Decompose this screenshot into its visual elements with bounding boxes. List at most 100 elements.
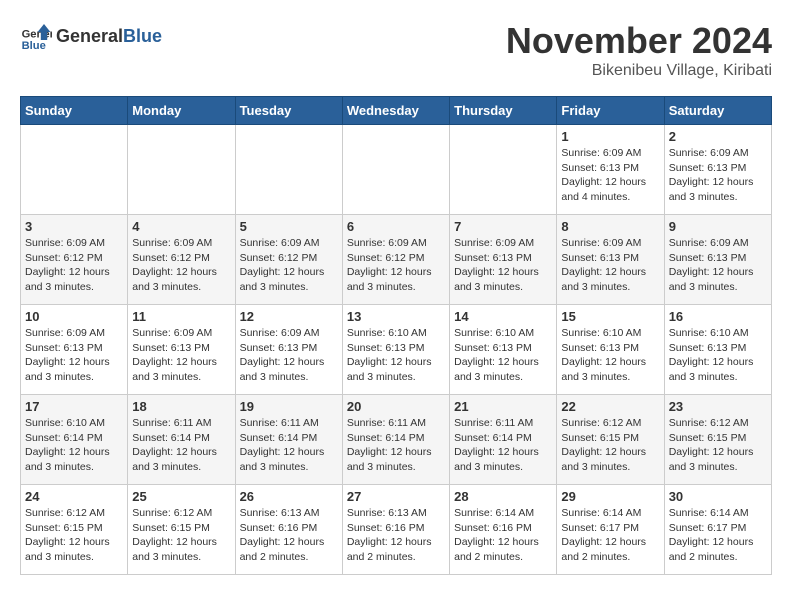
calendar-cell: 13Sunrise: 6:10 AMSunset: 6:13 PMDayligh… [342,305,449,395]
calendar-cell: 2 Sunrise: 6:09 AMSunset: 6:13 PMDaylight… [664,125,771,215]
calendar-cell: 5 Sunrise: 6:09 AMSunset: 6:12 PMDaylight… [235,215,342,305]
day-info: Sunrise: 6:10 AMSunset: 6:13 PMDaylight:… [669,326,767,385]
weekday-header-thursday: Thursday [450,97,557,125]
calendar-week-row: 1 Sunrise: 6:09 AMSunset: 6:13 PMDaylight… [21,125,772,215]
day-info: Sunrise: 6:10 AMSunset: 6:13 PMDaylight:… [454,326,552,385]
calendar-week-row: 17Sunrise: 6:10 AMSunset: 6:14 PMDayligh… [21,395,772,485]
day-number: 10 [25,309,123,324]
weekday-header-friday: Friday [557,97,664,125]
calendar-cell: 8 Sunrise: 6:09 AMSunset: 6:13 PMDaylight… [557,215,664,305]
day-number: 21 [454,399,552,414]
calendar-cell: 14 Sunrise: 6:10 AMSunset: 6:13 PMDayligh… [450,305,557,395]
calendar-cell: 12 Sunrise: 6:09 AMSunset: 6:13 PMDayligh… [235,305,342,395]
day-number: 11 [132,309,230,324]
day-number: 5 [240,219,338,234]
day-number: 29 [561,489,659,504]
calendar-cell: 26Sunrise: 6:13 AMSunset: 6:16 PMDayligh… [235,485,342,575]
day-info: Sunrise: 6:13 AMSunset: 6:16 PMDaylight:… [347,506,445,565]
calendar-cell: 24Sunrise: 6:12 AMSunset: 6:15 PMDayligh… [21,485,128,575]
day-number: 9 [669,219,767,234]
calendar-cell [450,125,557,215]
calendar-cell: 16 Sunrise: 6:10 AMSunset: 6:13 PMDayligh… [664,305,771,395]
calendar-cell: 1 Sunrise: 6:09 AMSunset: 6:13 PMDaylight… [557,125,664,215]
day-info: Sunrise: 6:09 AMSunset: 6:13 PMDaylight:… [561,146,659,205]
title-section: November 2024 Bikenibeu Village, Kiribat… [506,20,772,80]
svg-text:Blue: Blue [22,40,46,52]
calendar-cell: 15 Sunrise: 6:10 AMSunset: 6:13 PMDayligh… [557,305,664,395]
day-info: Sunrise: 6:09 AMSunset: 6:13 PMDaylight:… [132,326,230,385]
calendar-cell: 22 Sunrise: 6:12 AMSunset: 6:15 PMDayligh… [557,395,664,485]
day-number: 3 [25,219,123,234]
logo-icon: General Blue [20,20,52,52]
calendar-week-row: 24Sunrise: 6:12 AMSunset: 6:15 PMDayligh… [21,485,772,575]
day-number: 19 [240,399,338,414]
day-number: 30 [669,489,767,504]
day-number: 8 [561,219,659,234]
day-info: Sunrise: 6:09 AMSunset: 6:13 PMDaylight:… [561,236,659,295]
logo-blue-text: Blue [123,26,162,47]
day-info: Sunrise: 6:14 AMSunset: 6:17 PMDaylight:… [669,506,767,565]
logo-general-text: General [56,26,123,47]
day-number: 22 [561,399,659,414]
day-info: Sunrise: 6:10 AMSunset: 6:13 PMDaylight:… [561,326,659,385]
day-number: 26 [240,489,338,504]
calendar-week-row: 10 Sunrise: 6:09 AMSunset: 6:13 PMDayligh… [21,305,772,395]
day-number: 12 [240,309,338,324]
weekday-header-sunday: Sunday [21,97,128,125]
day-number: 25 [132,489,230,504]
calendar-cell: 29Sunrise: 6:14 AMSunset: 6:17 PMDayligh… [557,485,664,575]
day-info: Sunrise: 6:10 AMSunset: 6:13 PMDaylight:… [347,326,445,385]
day-info: Sunrise: 6:09 AMSunset: 6:12 PMDaylight:… [25,236,123,295]
day-number: 27 [347,489,445,504]
day-number: 16 [669,309,767,324]
day-info: Sunrise: 6:09 AMSunset: 6:13 PMDaylight:… [669,146,767,205]
day-info: Sunrise: 6:12 AMSunset: 6:15 PMDaylight:… [561,416,659,475]
day-number: 2 [669,129,767,144]
calendar-cell: 4Sunrise: 6:09 AMSunset: 6:12 PMDaylight… [128,215,235,305]
calendar-cell: 21Sunrise: 6:11 AMSunset: 6:14 PMDayligh… [450,395,557,485]
calendar-table: SundayMondayTuesdayWednesdayThursdayFrid… [20,96,772,575]
day-number: 23 [669,399,767,414]
calendar-cell [128,125,235,215]
day-info: Sunrise: 6:11 AMSunset: 6:14 PMDaylight:… [132,416,230,475]
calendar-cell: 19 Sunrise: 6:11 AMSunset: 6:14 PMDayligh… [235,395,342,485]
calendar-cell: 11 Sunrise: 6:09 AMSunset: 6:13 PMDayligh… [128,305,235,395]
logo: General Blue GeneralBlue [20,20,162,52]
day-number: 20 [347,399,445,414]
day-info: Sunrise: 6:11 AMSunset: 6:14 PMDaylight:… [240,416,338,475]
day-info: Sunrise: 6:09 AMSunset: 6:13 PMDaylight:… [25,326,123,385]
calendar-cell: 25 Sunrise: 6:12 AMSunset: 6:15 PMDayligh… [128,485,235,575]
day-info: Sunrise: 6:09 AMSunset: 6:12 PMDaylight:… [347,236,445,295]
day-number: 6 [347,219,445,234]
day-info: Sunrise: 6:12 AMSunset: 6:15 PMDaylight:… [25,506,123,565]
day-info: Sunrise: 6:09 AMSunset: 6:13 PMDaylight:… [669,236,767,295]
day-number: 15 [561,309,659,324]
weekday-header-monday: Monday [128,97,235,125]
calendar-week-row: 3 Sunrise: 6:09 AMSunset: 6:12 PMDaylight… [21,215,772,305]
header: General Blue GeneralBlue November 2024 B… [20,20,772,80]
calendar-cell: 6 Sunrise: 6:09 AMSunset: 6:12 PMDaylight… [342,215,449,305]
day-info: Sunrise: 6:10 AMSunset: 6:14 PMDaylight:… [25,416,123,475]
day-info: Sunrise: 6:09 AMSunset: 6:13 PMDaylight:… [454,236,552,295]
day-info: Sunrise: 6:09 AMSunset: 6:13 PMDaylight:… [240,326,338,385]
calendar-cell [342,125,449,215]
calendar-cell: 18Sunrise: 6:11 AMSunset: 6:14 PMDayligh… [128,395,235,485]
day-info: Sunrise: 6:12 AMSunset: 6:15 PMDaylight:… [132,506,230,565]
calendar-cell: 28 Sunrise: 6:14 AMSunset: 6:16 PMDayligh… [450,485,557,575]
weekday-header-saturday: Saturday [664,97,771,125]
weekday-header-wednesday: Wednesday [342,97,449,125]
weekday-header-tuesday: Tuesday [235,97,342,125]
day-number: 14 [454,309,552,324]
day-info: Sunrise: 6:11 AMSunset: 6:14 PMDaylight:… [347,416,445,475]
day-number: 1 [561,129,659,144]
weekday-header-row: SundayMondayTuesdayWednesdayThursdayFrid… [21,97,772,125]
day-number: 4 [132,219,230,234]
day-number: 28 [454,489,552,504]
day-info: Sunrise: 6:14 AMSunset: 6:16 PMDaylight:… [454,506,552,565]
location-title: Bikenibeu Village, Kiribati [506,62,772,80]
month-title: November 2024 [506,20,772,62]
calendar-cell: 9 Sunrise: 6:09 AMSunset: 6:13 PMDaylight… [664,215,771,305]
calendar-cell: 20 Sunrise: 6:11 AMSunset: 6:14 PMDayligh… [342,395,449,485]
day-number: 7 [454,219,552,234]
day-info: Sunrise: 6:09 AMSunset: 6:12 PMDaylight:… [240,236,338,295]
